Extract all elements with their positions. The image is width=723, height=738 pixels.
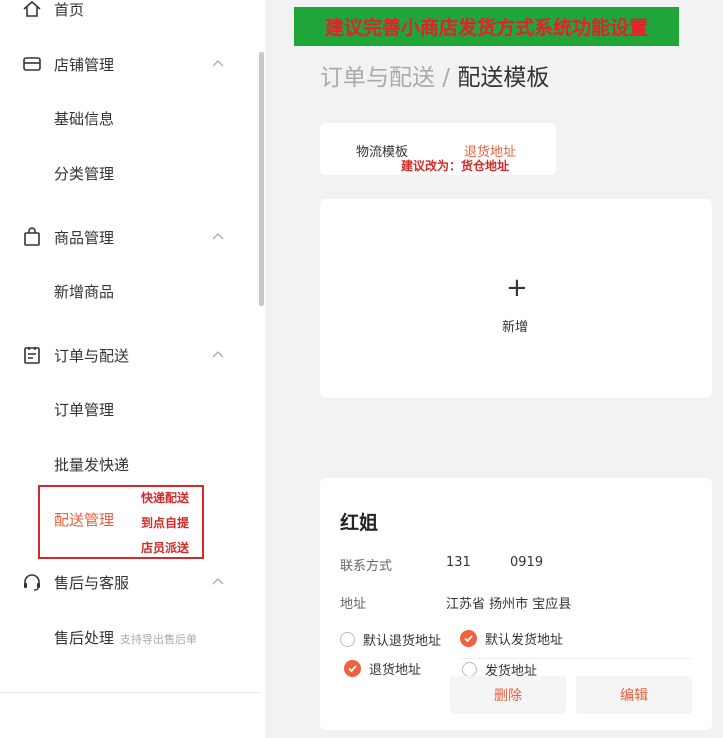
option-default-return-label: 默认退货地址: [363, 634, 442, 649]
nav-goods-new[interactable]: 新增商品: [54, 281, 114, 302]
option-default-ship-label: 默认发货地址: [485, 633, 564, 648]
nav-hint: 支持导出售后单: [120, 633, 198, 646]
radio-unchecked-icon: [340, 632, 355, 647]
nav-orders-label: 订单与配送: [54, 346, 130, 365]
nav-orders[interactable]: 订单与配送: [0, 339, 258, 371]
add-address-card[interactable]: + 新增: [320, 199, 712, 398]
chevron-up-icon: [212, 351, 224, 358]
tab-bar: 物流模板 退货地址 建议改为：货仓地址: [320, 123, 556, 175]
check-icon: [460, 630, 477, 647]
nav-store-label: 店铺管理: [54, 55, 115, 74]
address-card: 红姐 联系方式 131 0919 地址 江苏省 扬州市 宝应县 默认退货地址 默…: [320, 478, 712, 730]
edit-button[interactable]: 编辑: [576, 676, 692, 714]
nav-after-sales-process-label: 售后处理: [54, 629, 115, 647]
add-label: 新增: [502, 320, 529, 335]
annotation-staff: 店员派送: [141, 541, 190, 555]
chevron-up-icon: [212, 60, 224, 67]
contact-value-a: 131: [446, 555, 471, 570]
nav-goods-label: 商品管理: [54, 228, 115, 247]
option-return-label: 退货地址: [369, 663, 422, 678]
shopping-bag-icon: [24, 227, 40, 246]
store-icon: [23, 57, 41, 71]
nav-orders-manage[interactable]: 订单管理: [54, 399, 114, 420]
nav-after-sales-process[interactable]: 售后处理 支持导出售后单: [54, 627, 197, 648]
breadcrumb-parent[interactable]: 订单与配送: [320, 65, 435, 91]
address-name: 红姐: [340, 512, 379, 534]
divider: [0, 692, 262, 693]
check-icon: [344, 660, 361, 677]
breadcrumb: 订单与配送 / 配送模板: [320, 58, 549, 92]
address-label: 地址: [340, 597, 367, 612]
annotation-banner: 建议完善小商店发货方式系统功能设置: [294, 7, 679, 46]
page-title: 配送模板: [457, 65, 550, 91]
nav-home[interactable]: 首页: [0, 0, 258, 25]
nav-store-category[interactable]: 分类管理: [54, 163, 114, 184]
nav-store-basic[interactable]: 基础信息: [54, 108, 114, 129]
nav-after-sales-label: 售后与客服: [54, 573, 130, 592]
headset-icon: [24, 574, 40, 591]
plus-icon: +: [506, 273, 528, 303]
address-value: 江苏省 扬州市 宝应县: [446, 597, 572, 612]
nav-after-sales[interactable]: 售后与客服: [0, 566, 258, 598]
divider: [460, 658, 692, 659]
home-icon: [23, 0, 41, 17]
contact-label: 联系方式: [340, 559, 393, 574]
option-default-ship[interactable]: 默认发货地址: [460, 629, 563, 648]
annotation-pickup: 到点自提: [141, 516, 190, 530]
breadcrumb-separator: /: [435, 65, 458, 91]
nav-home-label: 首页: [54, 0, 85, 19]
annotation-rename: 建议改为：货仓地址: [401, 159, 510, 173]
option-return[interactable]: 退货地址: [344, 659, 421, 678]
nav-orders-batch[interactable]: 批量发快递: [54, 454, 129, 475]
nav-store[interactable]: 店铺管理: [0, 48, 258, 80]
radio-unchecked-icon: [462, 662, 477, 677]
sidebar-scrollbar[interactable]: [259, 52, 264, 306]
delete-button[interactable]: 删除: [450, 676, 566, 714]
chevron-up-icon: [212, 578, 224, 585]
option-default-return[interactable]: 默认退货地址: [340, 630, 441, 649]
annotation-express: 快递配送: [141, 491, 190, 505]
contact-value-b: 0919: [510, 555, 544, 570]
nav-goods[interactable]: 商品管理: [0, 221, 258, 253]
clipboard-icon: [24, 347, 40, 364]
sidebar: 首页 店铺管理 基础信息 分类管理 商品管理 新增商品 订单与配送 订单管理 批…: [0, 0, 265, 738]
chevron-up-icon: [212, 233, 224, 240]
